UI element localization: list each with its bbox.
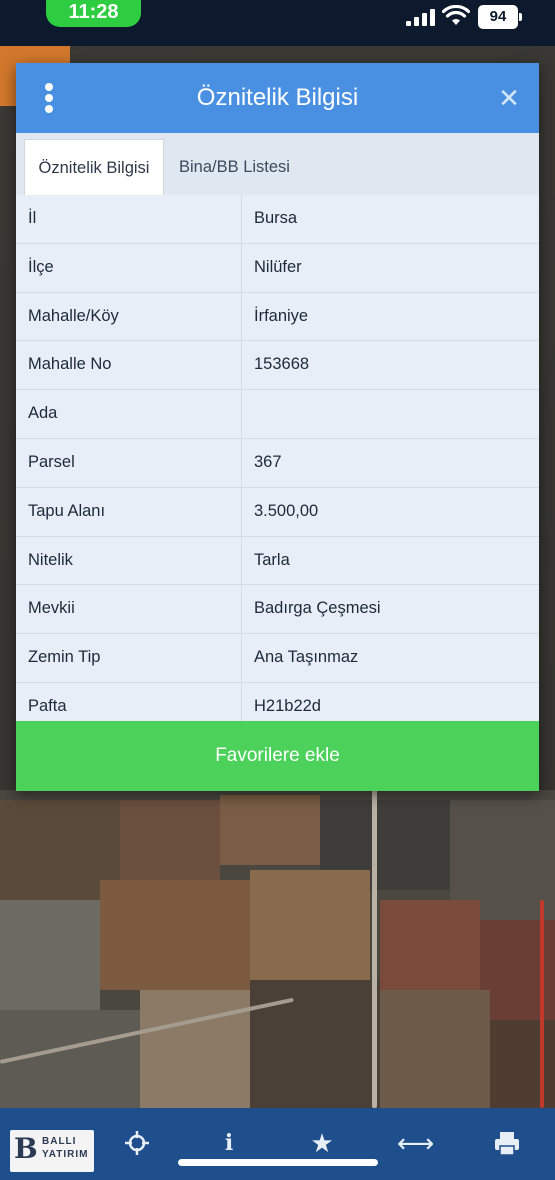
- status-bar: 11:28 94: [0, 0, 555, 46]
- row-value: İrfaniye: [254, 306, 309, 325]
- table-row: Nitelik Tarla: [16, 536, 539, 586]
- table-row: Mahalle/Köy İrfaniye: [16, 292, 539, 342]
- attribute-info-modal: Öznitelik Bilgisi ✕ Öznitelik Bilgisi Bi…: [16, 63, 539, 791]
- row-key: Ada: [16, 390, 242, 438]
- row-value: Badırga Çeşmesi: [254, 599, 381, 618]
- row-key: Mevkii: [16, 585, 242, 634]
- balli-yatirim-logo: B BALLI YATIRIM: [10, 1130, 94, 1172]
- row-key: İlçe: [16, 243, 242, 292]
- logo-line1: BALLI: [42, 1136, 77, 1147]
- row-value: 3.500,00: [254, 501, 319, 520]
- table-row: Mahalle No 153668: [16, 341, 539, 391]
- measure-icon[interactable]: ⟷: [397, 1126, 434, 1160]
- map-road: [372, 790, 377, 1108]
- map-field: [120, 800, 220, 880]
- map-field: [250, 980, 380, 1108]
- row-value: Nilüfer: [254, 257, 302, 276]
- map-field: [250, 870, 370, 980]
- map-field: [0, 900, 100, 1010]
- row-key: Nitelik: [16, 536, 242, 585]
- battery-indicator: 94: [478, 5, 522, 29]
- attribute-table: İl Bursa İlçe Nilüfer Mahalle/Köy İrfaniye …: [16, 195, 539, 732]
- table-row: İlçe Nilüfer: [16, 243, 539, 293]
- row-value: 153668: [254, 355, 310, 374]
- home-indicator[interactable]: [178, 1159, 378, 1166]
- tab-attribute-info[interactable]: Öznitelik Bilgisi: [24, 139, 164, 196]
- row-value: Ana Taşınmaz: [254, 648, 359, 667]
- logo-letter: B: [14, 1132, 38, 1165]
- cellular-signal-icon: [406, 8, 436, 26]
- star-icon[interactable]: ★: [305, 1126, 339, 1160]
- tab-building-list[interactable]: Bina/BB Listesi: [179, 139, 319, 195]
- modal-header: Öznitelik Bilgisi ✕: [16, 63, 539, 133]
- row-key: Parsel: [16, 438, 242, 487]
- map-field: [380, 990, 490, 1108]
- table-row: Tapu Alanı 3.500,00: [16, 487, 539, 537]
- close-icon[interactable]: ✕: [498, 85, 520, 111]
- row-key: Mahalle/Köy: [16, 292, 242, 341]
- row-key: Zemin Tip: [16, 634, 242, 682]
- row-value: Tarla: [254, 550, 290, 569]
- table-row: Mevkii Badırga Çeşmesi: [16, 585, 539, 635]
- map-field: [490, 1020, 555, 1108]
- row-value: Bursa: [254, 209, 298, 227]
- map-field: [140, 990, 250, 1108]
- map-field: [380, 900, 480, 990]
- row-key: İl: [16, 195, 242, 243]
- map-field: [220, 795, 320, 865]
- tab-bar: Öznitelik Bilgisi Bina/BB Listesi: [16, 133, 539, 196]
- row-value: 367: [254, 452, 282, 471]
- print-icon[interactable]: [490, 1126, 524, 1160]
- bottom-toolbar: B BALLI YATIRIM i ★ ⟷: [0, 1108, 555, 1180]
- info-icon[interactable]: i: [212, 1126, 246, 1160]
- modal-body: Öznitelik Bilgisi Bina/BB Listesi İl Burs…: [16, 133, 539, 732]
- wifi-icon: [442, 5, 470, 25]
- table-row: Ada: [16, 390, 539, 439]
- crosshair-icon[interactable]: [120, 1126, 154, 1160]
- table-row: İl Bursa: [16, 195, 539, 244]
- row-key: Tapu Alanı: [16, 487, 242, 536]
- table-row: Zemin Tip Ana Taşınmaz: [16, 634, 539, 683]
- modal-title: Öznitelik Bilgisi: [196, 84, 359, 111]
- map-road: [540, 900, 544, 1108]
- status-time: 11:28: [46, 0, 141, 27]
- logo-line2: YATIRIM: [42, 1149, 89, 1160]
- table-row: Parsel 367: [16, 438, 539, 488]
- map-field: [100, 880, 250, 990]
- add-to-favorites-button[interactable]: Favorilere ekle: [16, 721, 539, 791]
- row-key: Mahalle No: [16, 341, 242, 390]
